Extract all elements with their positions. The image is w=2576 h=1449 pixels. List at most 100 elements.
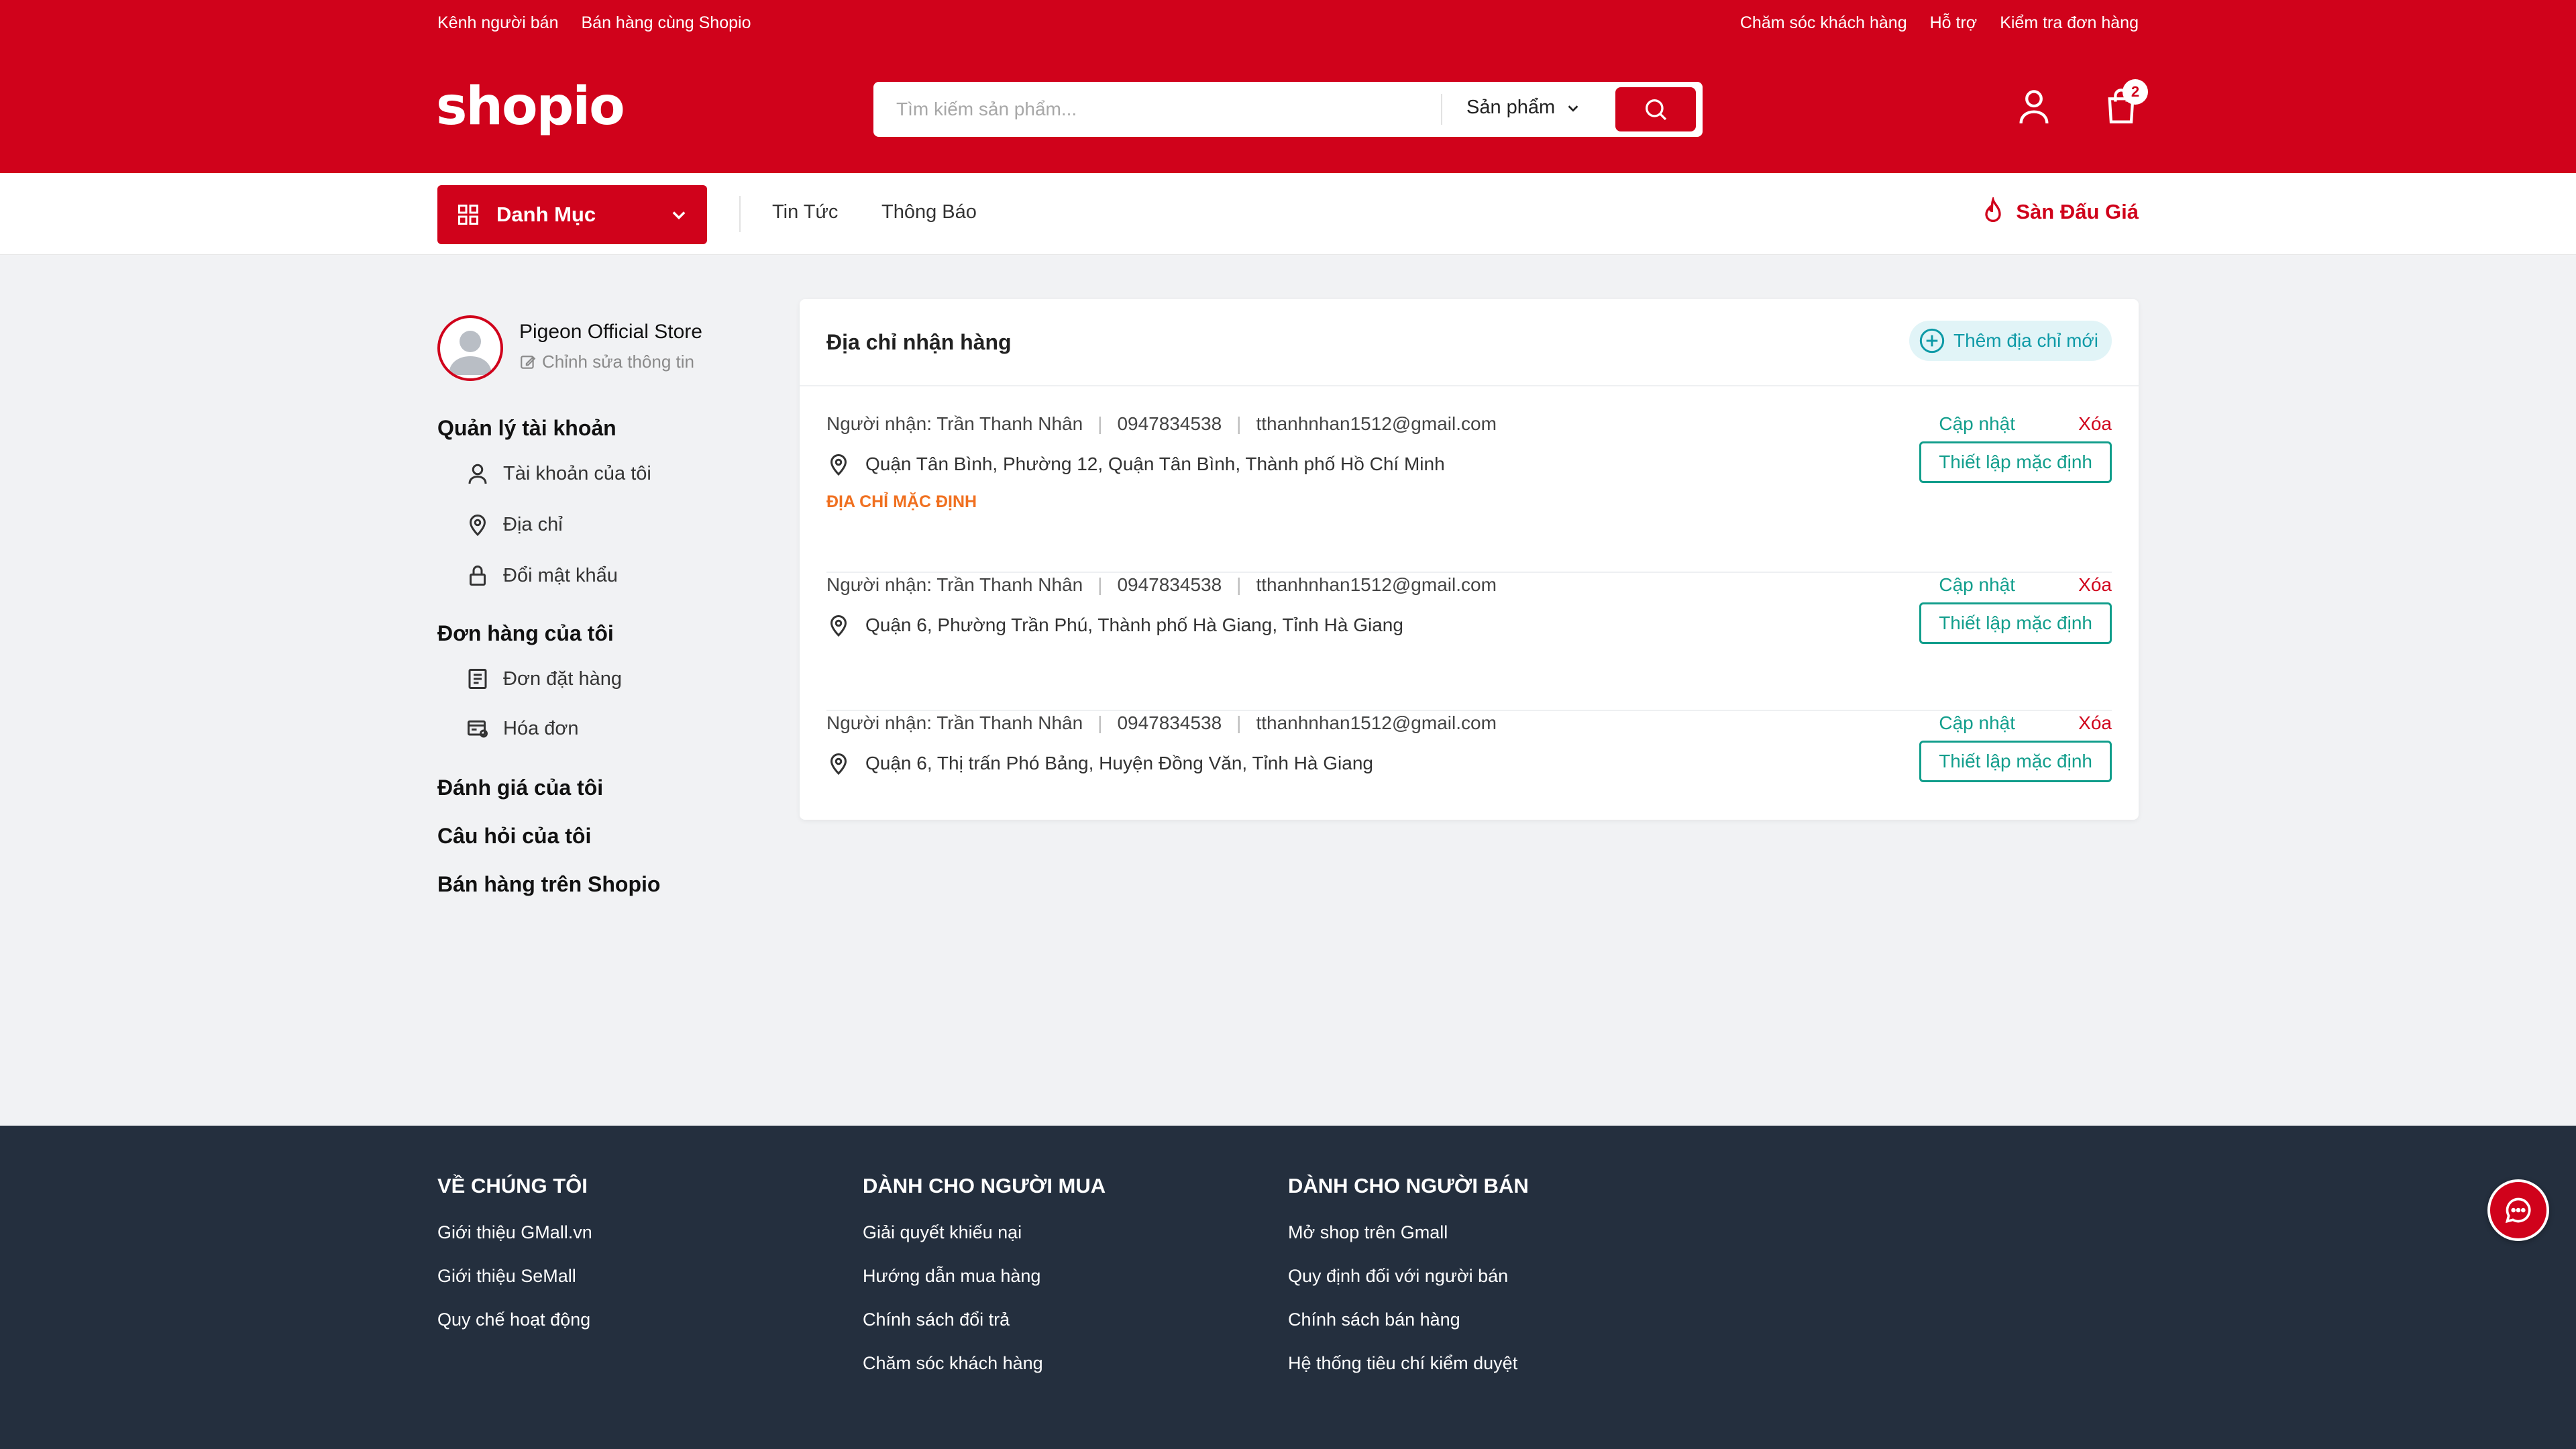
chat-button[interactable] — [2487, 1179, 2549, 1241]
check-order-link[interactable]: Kiểm tra đơn hàng — [2000, 13, 2139, 33]
footer-link[interactable]: Hệ thống tiêu chí kiểm duyệt — [1288, 1353, 1529, 1374]
address-row: Người nhận: Trần Thanh Nhân | 0947834538… — [826, 712, 2112, 806]
footer-column-buyers: DÀNH CHO NGƯỜI MUA Giải quyết khiếu nại … — [863, 1174, 1106, 1397]
info-separator: | — [1236, 413, 1242, 434]
store-name: Pigeon Official Store — [519, 321, 702, 343]
auction-link[interactable]: Sàn Đấu Giá — [1980, 197, 2139, 227]
nav-news-link[interactable]: Tin Tức — [772, 201, 838, 223]
top-strip-left: Kênh người bán Bán hàng cùng Shopio — [437, 13, 751, 33]
update-address-button[interactable]: Cập nhật — [1939, 574, 2015, 596]
footer-link[interactable]: Chính sách bán hàng — [1288, 1309, 1529, 1330]
footer-link[interactable]: Mở shop trên Gmall — [1288, 1222, 1529, 1243]
footer-link[interactable]: Chăm sóc khách hàng — [863, 1353, 1106, 1374]
sidebar-item-address[interactable]: Địa chỉ — [466, 513, 563, 537]
auction-label: Sàn Đấu Giá — [2016, 200, 2139, 223]
logo[interactable]: shopio — [436, 76, 625, 137]
search-bar: Sản phẩm — [873, 82, 1703, 137]
recipient-phone: 0947834538 — [1117, 574, 1222, 595]
search-divider — [1441, 94, 1442, 125]
sidebar-item-my-account[interactable]: Tài khoản của tôi — [466, 462, 651, 486]
set-default-button[interactable]: Thiết lập mặc định — [1919, 602, 2112, 644]
info-separator: | — [1097, 574, 1103, 595]
account-management-heading[interactable]: Quản lý tài khoản — [437, 416, 616, 441]
sidebar-item-label: Hóa đơn — [503, 717, 579, 739]
grid-icon — [456, 203, 480, 227]
seller-channel-link[interactable]: Kênh người bán — [437, 13, 558, 33]
recipient-name: Người nhận: Trần Thanh Nhân — [826, 712, 1083, 733]
divider — [826, 710, 2112, 711]
edit-icon — [519, 354, 537, 371]
add-address-button[interactable]: Thêm địa chỉ mới — [1909, 321, 2112, 361]
sidebar-item-invoices[interactable]: Hóa đơn — [466, 716, 579, 741]
footer: VỀ CHÚNG TÔI Giới thiệu GMall.vn Giới th… — [0, 1126, 2576, 1449]
invoice-icon — [466, 716, 490, 741]
footer-column-about: VỀ CHÚNG TÔI Giới thiệu GMall.vn Giới th… — [437, 1174, 592, 1353]
footer-link[interactable]: Quy chế hoạt động — [437, 1309, 592, 1330]
address-line: Quận 6, Thị trấn Phó Bảng, Huyện Đồng Vă… — [826, 751, 1373, 775]
set-default-button[interactable]: Thiết lập mặc định — [1919, 741, 2112, 782]
edit-profile-label: Chỉnh sửa thông tin — [542, 352, 694, 372]
customer-care-link[interactable]: Chăm sóc khách hàng — [1740, 13, 1907, 33]
sidebar-item-orders[interactable]: Đơn đặt hàng — [466, 667, 622, 691]
delete-address-button[interactable]: Xóa — [2078, 413, 2112, 435]
edit-profile-link[interactable]: Chỉnh sửa thông tin — [519, 352, 694, 372]
avatar[interactable] — [437, 315, 503, 381]
footer-column-title: VỀ CHÚNG TÔI — [437, 1174, 588, 1197]
divider — [800, 385, 2139, 386]
recipient-email: tthanhnhan1512@gmail.com — [1256, 574, 1497, 595]
top-strip-right: Chăm sóc khách hàng Hỗ trợ Kiểm tra đơn … — [1740, 13, 2139, 33]
search-button[interactable] — [1615, 87, 1696, 131]
sidebar-sell-on-shopio[interactable]: Bán hàng trên Shopio — [437, 872, 660, 897]
user-icon[interactable] — [2017, 87, 2051, 125]
location-pin-icon — [826, 613, 851, 637]
location-pin-icon — [826, 452, 851, 476]
info-separator: | — [1236, 574, 1242, 595]
info-separator: | — [1097, 712, 1103, 733]
search-icon — [1642, 96, 1669, 123]
address-card-title: Địa chỉ nhận hàng — [826, 330, 1012, 354]
address-text: Quận 6, Thị trấn Phó Bảng, Huyện Đồng Vă… — [865, 753, 1373, 773]
nav-bar: Danh Mục Tin Tức Thông Báo Sàn Đấu Giá — [0, 173, 2576, 255]
footer-link[interactable]: Hướng dẫn mua hàng — [863, 1266, 1106, 1287]
receipt-icon — [466, 667, 490, 691]
info-separator: | — [1236, 712, 1242, 733]
recipient-name: Người nhận: Trần Thanh Nhân — [826, 574, 1083, 595]
recipient-info: Người nhận: Trần Thanh Nhân | 0947834538… — [826, 712, 1497, 734]
sidebar-item-label: Đơn đặt hàng — [503, 667, 623, 690]
delete-address-button[interactable]: Xóa — [2078, 574, 2112, 596]
category-button[interactable]: Danh Mục — [437, 185, 707, 244]
footer-link[interactable]: Giới thiệu GMall.vn — [437, 1222, 592, 1243]
my-orders-heading[interactable]: Đơn hàng của tôi — [437, 621, 614, 646]
sidebar-my-reviews[interactable]: Đánh giá của tôi — [437, 775, 603, 800]
update-address-button[interactable]: Cập nhật — [1939, 712, 2015, 734]
footer-link[interactable]: Quy định đối với người bán — [1288, 1266, 1529, 1287]
support-link[interactable]: Hỗ trợ — [1930, 13, 1978, 33]
chevron-down-icon — [1566, 101, 1580, 115]
set-default-button[interactable]: Thiết lập mặc định — [1919, 441, 2112, 483]
recipient-email: tthanhnhan1512@gmail.com — [1256, 712, 1497, 733]
sidebar-item-label: Đổi mật khẩu — [503, 564, 618, 586]
address-row: Người nhận: Trần Thanh Nhân | 0947834538… — [826, 413, 2112, 573]
default-address-tag: ĐỊA CHỈ MẶC ĐỊNH — [826, 492, 977, 511]
sidebar-my-questions[interactable]: Câu hỏi của tôi — [437, 824, 591, 849]
footer-link[interactable]: Giải quyết khiếu nại — [863, 1222, 1106, 1243]
address-line: Quận 6, Phường Trần Phú, Thành phố Hà Gi… — [826, 613, 1403, 637]
top-strip: Kênh người bán Bán hàng cùng Shopio Chăm… — [0, 0, 2576, 46]
sidebar-item-label: Tài khoản của tôi — [503, 462, 651, 484]
search-type-dropdown[interactable]: Sản phẩm — [1466, 97, 1580, 119]
footer-link[interactable]: Chính sách đổi trả — [863, 1309, 1106, 1330]
recipient-info: Người nhận: Trần Thanh Nhân | 0947834538… — [826, 574, 1497, 596]
recipient-name: Người nhận: Trần Thanh Nhân — [826, 413, 1083, 434]
footer-link[interactable]: Giới thiệu SeMall — [437, 1266, 592, 1287]
nav-notifications-link[interactable]: Thông Báo — [881, 201, 977, 223]
fire-icon — [1980, 197, 2006, 227]
delete-address-button[interactable]: Xóa — [2078, 712, 2112, 734]
footer-column-title: DÀNH CHO NGƯỜI MUA — [863, 1174, 1106, 1197]
update-address-button[interactable]: Cập nhật — [1939, 413, 2015, 435]
add-address-label: Thêm địa chỉ mới — [1953, 330, 2098, 351]
sidebar-item-change-password[interactable]: Đổi mật khẩu — [466, 564, 618, 588]
address-text: Quận Tân Bình, Phường 12, Quận Tân Bình,… — [865, 453, 1445, 474]
sell-with-shopio-link[interactable]: Bán hàng cùng Shopio — [581, 13, 751, 33]
sidebar-item-label: Địa chỉ — [503, 513, 563, 535]
chevron-down-icon — [669, 205, 688, 224]
